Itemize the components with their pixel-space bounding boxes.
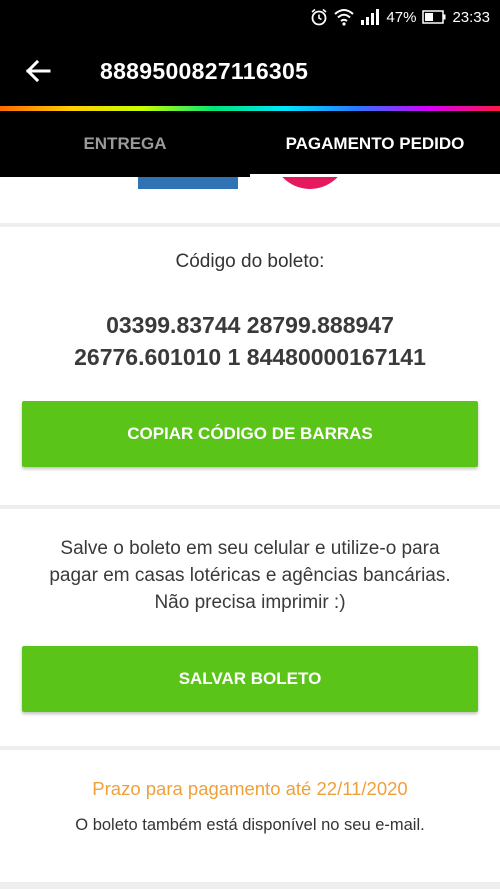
boleto-code-card: Código do boleto: 03399.83744 28799.8889… xyxy=(0,227,500,505)
boleto-code-line: 03399.83744 28799.888947 xyxy=(106,312,394,338)
scrolled-content-peek xyxy=(0,177,500,223)
status-bar: 47% 23:33 xyxy=(0,0,500,34)
app-bar: 8889500827116305 xyxy=(0,34,500,108)
copy-barcode-button[interactable]: COPIAR CÓDIGO DE BARRAS xyxy=(22,401,478,467)
status-time: 23:33 xyxy=(452,8,490,26)
boleto-code-line: 26776.601010 1 84480000167141 xyxy=(74,344,426,370)
wifi-icon xyxy=(334,8,355,26)
battery-icon xyxy=(422,10,446,24)
boleto-code-value: 03399.83744 28799.888947 26776.601010 1 … xyxy=(0,309,500,373)
deadline-card: Prazo para pagamento até 22/11/2020 O bo… xyxy=(0,750,500,882)
boleto-code-label: Código do boleto: xyxy=(175,251,325,272)
save-boleto-card: Salve o boleto em seu celular e utilize-… xyxy=(0,509,500,746)
page-title: 8889500827116305 xyxy=(100,57,309,84)
tab-pagamento-pedido[interactable]: PAGAMENTO PEDIDO xyxy=(250,111,500,177)
save-boleto-button[interactable]: SALVAR BOLETO xyxy=(22,646,478,712)
payment-logo-partial xyxy=(138,177,238,189)
back-button[interactable] xyxy=(8,34,68,108)
payment-deadline: Prazo para pagamento até 22/11/2020 xyxy=(92,778,408,799)
save-boleto-description: Salve o boleto em seu celular e utilize-… xyxy=(49,538,451,613)
email-note: O boleto também está disponível no seu e… xyxy=(75,816,425,834)
arrow-left-icon xyxy=(25,59,51,83)
payment-logo-partial xyxy=(270,177,350,189)
battery-percent: 47% xyxy=(386,8,417,26)
alarm-icon xyxy=(310,8,328,26)
tab-entrega[interactable]: ENTREGA xyxy=(0,111,250,177)
signal-icon xyxy=(360,9,380,25)
tab-bar: ENTREGA PAGAMENTO PEDIDO xyxy=(0,111,500,177)
